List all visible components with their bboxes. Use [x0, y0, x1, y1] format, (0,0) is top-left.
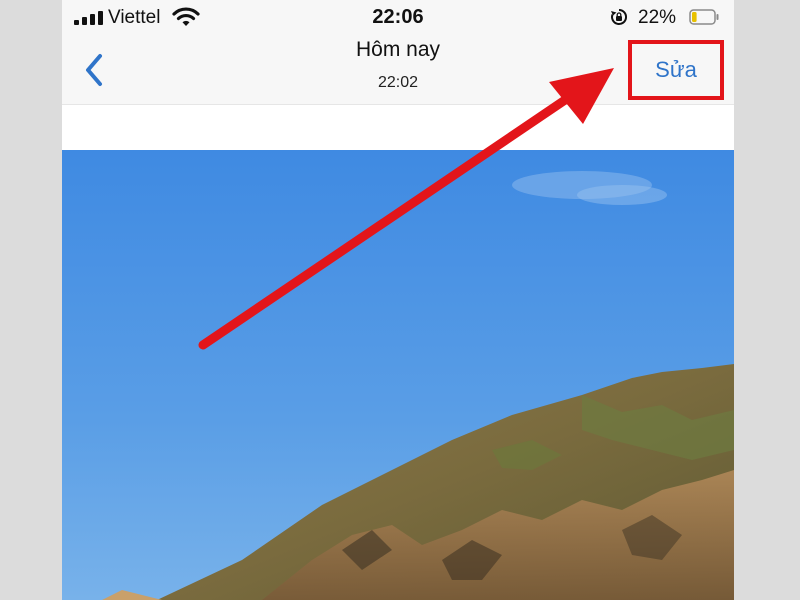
- status-time: 22:06: [372, 6, 424, 28]
- photo-viewer[interactable]: [62, 150, 734, 600]
- phone-screen: Viettel 22:06 22% Hôm nay 22:02 Sửa: [62, 0, 734, 600]
- landscape-photo: [62, 150, 734, 600]
- spacer: [62, 105, 734, 150]
- edit-button[interactable]: Sửa: [628, 40, 724, 100]
- rotation-lock-icon: [611, 8, 628, 25]
- navigation-bar: Hôm nay 22:02 Sửa: [62, 36, 734, 105]
- battery-percent: 22%: [638, 7, 677, 28]
- status-bar: Viettel 22:06 22%: [62, 0, 734, 36]
- battery-icon: [689, 9, 719, 25]
- screenshot-frame: Viettel 22:06 22% Hôm nay 22:02 Sửa: [0, 0, 800, 600]
